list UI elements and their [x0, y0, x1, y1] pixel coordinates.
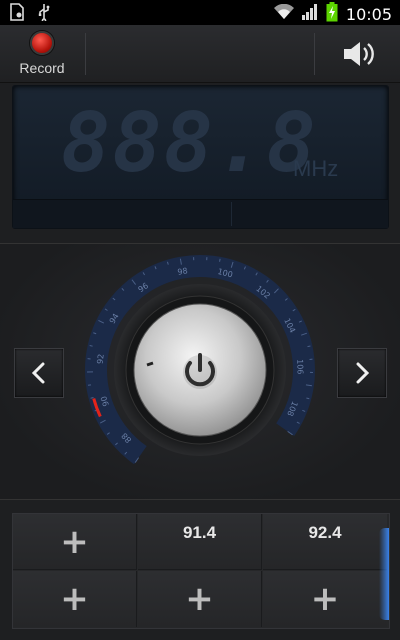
- power-icon[interactable]: [183, 353, 217, 389]
- scale-label: 106: [295, 359, 304, 375]
- next-station-button[interactable]: [337, 348, 387, 398]
- speaker-button[interactable]: [342, 39, 378, 69]
- preset-slot-4[interactable]: +: [13, 571, 137, 627]
- frequency-unit: MHz: [293, 156, 339, 181]
- scale-label: 98: [177, 266, 189, 277]
- status-bar: 10:05: [0, 0, 400, 25]
- scroll-edge-glow: [379, 528, 389, 620]
- speaker-icon: [344, 42, 374, 66]
- preset-frequency: 92.4: [308, 523, 342, 542]
- record-button[interactable]: Record: [14, 31, 70, 79]
- usb-icon: [38, 3, 50, 25]
- frequency-display: 888.8 MHz: [12, 85, 389, 229]
- add-preset-label: +: [60, 579, 89, 619]
- preset-slot-5[interactable]: +: [138, 571, 262, 627]
- preset-slot-3[interactable]: 92.4: [263, 514, 387, 570]
- scale-tick: [307, 345, 311, 348]
- tuner-panel: 88 90 92 94 96 98 100 102 104 106 108: [0, 243, 400, 500]
- scale-tick: [219, 258, 221, 262]
- add-preset-label: +: [310, 579, 340, 619]
- record-label: Record: [19, 60, 65, 76]
- clock: 10:05: [345, 4, 392, 24]
- add-preset-label: +: [60, 522, 89, 562]
- preset-frequency: 91.4: [182, 523, 217, 542]
- prev-station-button[interactable]: [14, 348, 64, 398]
- preset-grid: + 91.4 92.4 + + +: [12, 513, 390, 629]
- wifi-icon: [273, 3, 294, 24]
- preset-slot-2[interactable]: 91.4: [138, 514, 262, 570]
- scale-label: 92: [96, 353, 106, 364]
- top-toolbar: Record: [0, 25, 400, 83]
- display-info-strip: [13, 199, 388, 228]
- record-icon: [30, 31, 54, 55]
- toolbar-divider: [314, 33, 315, 75]
- signal-icon: [301, 4, 318, 24]
- frequency-readout: 888.8: [61, 96, 318, 191]
- preset-slot-6[interactable]: +: [263, 571, 387, 627]
- preset-slot-1[interactable]: +: [13, 514, 137, 570]
- tuning-dial[interactable]: 889092949698 100102104106108: [80, 252, 320, 487]
- add-preset-label: +: [185, 579, 214, 619]
- knob-indicator: [146, 361, 154, 367]
- toolbar-divider: [85, 33, 86, 75]
- chevron-left-icon: [31, 362, 45, 384]
- file-notification-icon: [10, 3, 24, 25]
- scale-tick: [89, 345, 93, 347]
- battery-charging-icon: [326, 2, 338, 26]
- chevron-right-icon: [356, 362, 370, 384]
